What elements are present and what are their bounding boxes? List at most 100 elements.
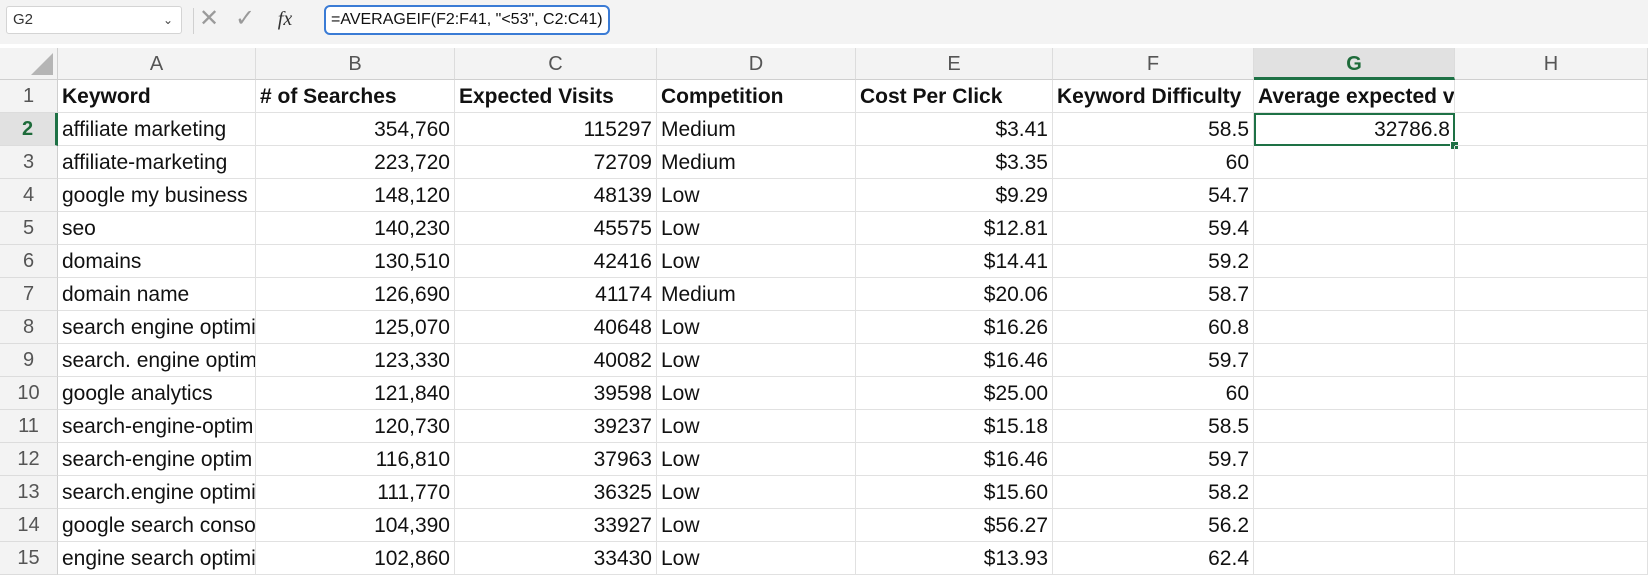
cell-e15[interactable]: $13.93	[856, 542, 1053, 575]
cell-g7[interactable]	[1254, 278, 1455, 311]
cell-e1[interactable]: Cost Per Click	[856, 80, 1053, 113]
cell-f5[interactable]: 59.4	[1053, 212, 1254, 245]
cell-e5[interactable]: $12.81	[856, 212, 1053, 245]
cell-c15[interactable]: 33430	[455, 542, 657, 575]
cell-f9[interactable]: 59.7	[1053, 344, 1254, 377]
cell-a5[interactable]: seo	[58, 212, 256, 245]
name-box[interactable]: G2 ⌄	[6, 6, 182, 34]
cell-h6[interactable]	[1455, 245, 1648, 278]
row-header-8[interactable]: 8	[0, 311, 58, 344]
column-header-b[interactable]: B	[256, 48, 455, 80]
cell-g11[interactable]	[1254, 410, 1455, 443]
row-header-4[interactable]: 4	[0, 179, 58, 212]
cell-g4[interactable]	[1254, 179, 1455, 212]
cell-e8[interactable]: $16.26	[856, 311, 1053, 344]
cell-e10[interactable]: $25.00	[856, 377, 1053, 410]
cell-b9[interactable]: 123,330	[256, 344, 455, 377]
cell-a7[interactable]: domain name	[58, 278, 256, 311]
cell-c8[interactable]: 40648	[455, 311, 657, 344]
row-header-9[interactable]: 9	[0, 344, 58, 377]
cell-b4[interactable]: 148,120	[256, 179, 455, 212]
cell-c3[interactable]: 72709	[455, 146, 657, 179]
cell-c7[interactable]: 41174	[455, 278, 657, 311]
cell-b1[interactable]: # of Searches	[256, 80, 455, 113]
cell-b12[interactable]: 116,810	[256, 443, 455, 476]
cell-a1[interactable]: Keyword	[58, 80, 256, 113]
cell-d15[interactable]: Low	[657, 542, 856, 575]
cell-d13[interactable]: Low	[657, 476, 856, 509]
cell-a10[interactable]: google analytics	[58, 377, 256, 410]
cell-d12[interactable]: Low	[657, 443, 856, 476]
cell-g1[interactable]: Average expected visits-low KD	[1254, 80, 1455, 113]
cell-c2[interactable]: 115297	[455, 113, 657, 146]
cell-h12[interactable]	[1455, 443, 1648, 476]
cell-d11[interactable]: Low	[657, 410, 856, 443]
cell-c5[interactable]: 45575	[455, 212, 657, 245]
cell-f10[interactable]: 60	[1053, 377, 1254, 410]
cell-e7[interactable]: $20.06	[856, 278, 1053, 311]
cell-h7[interactable]	[1455, 278, 1648, 311]
cell-g9[interactable]	[1254, 344, 1455, 377]
cell-c4[interactable]: 48139	[455, 179, 657, 212]
cell-f15[interactable]: 62.4	[1053, 542, 1254, 575]
column-header-g[interactable]: G	[1254, 48, 1455, 80]
column-header-e[interactable]: E	[856, 48, 1053, 80]
cell-d1[interactable]: Competition	[657, 80, 856, 113]
cell-a2[interactable]: affiliate marketing	[58, 113, 256, 146]
cell-h11[interactable]	[1455, 410, 1648, 443]
cell-g12[interactable]	[1254, 443, 1455, 476]
cell-h3[interactable]	[1455, 146, 1648, 179]
cell-c6[interactable]: 42416	[455, 245, 657, 278]
cell-f4[interactable]: 54.7	[1053, 179, 1254, 212]
column-header-d[interactable]: D	[657, 48, 856, 80]
row-header-14[interactable]: 14	[0, 509, 58, 542]
cell-e12[interactable]: $16.46	[856, 443, 1053, 476]
cell-d4[interactable]: Low	[657, 179, 856, 212]
row-header-1[interactable]: 1	[0, 80, 58, 113]
cell-e13[interactable]: $15.60	[856, 476, 1053, 509]
cell-b10[interactable]: 121,840	[256, 377, 455, 410]
row-header-2[interactable]: 2	[0, 113, 58, 146]
column-header-c[interactable]: C	[455, 48, 657, 80]
cell-c11[interactable]: 39237	[455, 410, 657, 443]
cell-f11[interactable]: 58.5	[1053, 410, 1254, 443]
chevron-down-icon[interactable]: ⌄	[163, 7, 173, 33]
cell-f8[interactable]: 60.8	[1053, 311, 1254, 344]
cell-g6[interactable]	[1254, 245, 1455, 278]
cell-h2[interactable]	[1455, 113, 1648, 146]
cell-f14[interactable]: 56.2	[1053, 509, 1254, 542]
cell-b15[interactable]: 102,860	[256, 542, 455, 575]
column-header-h[interactable]: H	[1455, 48, 1648, 80]
cell-h14[interactable]	[1455, 509, 1648, 542]
cell-e14[interactable]: $56.27	[856, 509, 1053, 542]
row-header-13[interactable]: 13	[0, 476, 58, 509]
cell-e11[interactable]: $15.18	[856, 410, 1053, 443]
cell-b11[interactable]: 120,730	[256, 410, 455, 443]
row-header-15[interactable]: 15	[0, 542, 58, 575]
formula-input[interactable]: =AVERAGEIF(F2:F41, "<53", C2:C41)	[324, 5, 610, 35]
cell-d10[interactable]: Low	[657, 377, 856, 410]
insert-function-icon[interactable]: fx	[272, 4, 298, 34]
column-header-f[interactable]: F	[1053, 48, 1254, 80]
cell-b7[interactable]: 126,690	[256, 278, 455, 311]
cell-e3[interactable]: $3.35	[856, 146, 1053, 179]
select-all-button[interactable]	[0, 48, 58, 80]
cell-g3[interactable]	[1254, 146, 1455, 179]
cell-g14[interactable]	[1254, 509, 1455, 542]
cell-c13[interactable]: 36325	[455, 476, 657, 509]
row-header-12[interactable]: 12	[0, 443, 58, 476]
cancel-icon[interactable]: ✕	[196, 4, 222, 34]
cell-b2[interactable]: 354,760	[256, 113, 455, 146]
cell-f7[interactable]: 58.7	[1053, 278, 1254, 311]
cell-h5[interactable]	[1455, 212, 1648, 245]
cell-c1[interactable]: Expected Visits	[455, 80, 657, 113]
cell-g2[interactable]: 32786.8	[1254, 113, 1455, 146]
cell-f2[interactable]: 58.5	[1053, 113, 1254, 146]
cell-e9[interactable]: $16.46	[856, 344, 1053, 377]
cell-a11[interactable]: search-engine-optim	[58, 410, 256, 443]
cell-c10[interactable]: 39598	[455, 377, 657, 410]
cell-e6[interactable]: $14.41	[856, 245, 1053, 278]
cell-f12[interactable]: 59.7	[1053, 443, 1254, 476]
cell-b14[interactable]: 104,390	[256, 509, 455, 542]
cell-a9[interactable]: search. engine optim	[58, 344, 256, 377]
